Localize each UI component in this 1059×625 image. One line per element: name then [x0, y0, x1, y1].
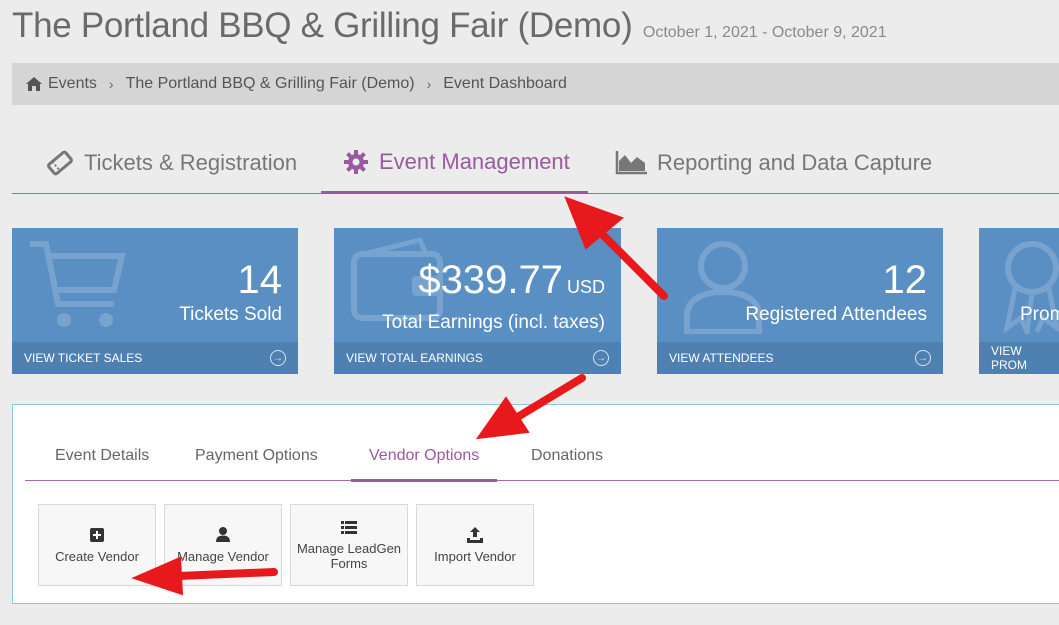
- list-icon: [341, 519, 357, 535]
- page-header: The Portland BBQ & Grilling Fair (Demo) …: [12, 6, 887, 46]
- breadcrumb-item-events[interactable]: Events: [48, 75, 97, 93]
- user-icon: [216, 527, 230, 543]
- view-promotions-link[interactable]: VIEW PROM: [979, 342, 1059, 374]
- stat-card-registered-attendees[interactable]: 12 Registered Attendees VIEW ATTENDEES →: [657, 228, 943, 374]
- page-title: The Portland BBQ & Grilling Fair (Demo): [12, 6, 633, 45]
- tab-donations[interactable]: Donations: [531, 432, 603, 480]
- stat-card-tickets-sold[interactable]: 14 Tickets Sold VIEW TICKET SALES →: [12, 228, 298, 374]
- stat-label: Prom: [1020, 304, 1059, 325]
- sub-tabs: Event Details Payment Options Vendor Opt…: [25, 432, 1059, 482]
- breadcrumb-item-dashboard: Event Dashboard: [443, 75, 567, 92]
- stat-label: Tickets Sold: [179, 304, 282, 325]
- manage-vendor-button[interactable]: Manage Vendor: [164, 504, 282, 586]
- arrow-circle-right-icon: →: [593, 350, 609, 366]
- manage-leadgen-forms-button[interactable]: Manage LeadGen Forms: [290, 504, 408, 586]
- stat-label: Registered Attendees: [745, 304, 927, 325]
- arrow-circle-right-icon: →: [915, 350, 931, 366]
- ticket-icon: [46, 149, 84, 177]
- main-tabs: Tickets & Registration Event Management …: [12, 133, 1059, 194]
- stat-value: 12: [882, 258, 928, 302]
- cart-icon: [28, 238, 128, 339]
- tab-event-details[interactable]: Event Details: [55, 432, 149, 480]
- create-vendor-button[interactable]: Create Vendor: [38, 504, 156, 586]
- tab-event-management[interactable]: Event Management: [321, 133, 588, 194]
- arrow-circle-right-icon: →: [270, 350, 286, 366]
- stat-card-promotions[interactable]: Prom VIEW PROM: [979, 228, 1059, 374]
- chevron-right-icon: ›: [426, 76, 432, 92]
- import-vendor-button[interactable]: Import Vendor: [416, 504, 534, 586]
- tab-payment-options[interactable]: Payment Options: [195, 432, 318, 480]
- tab-tickets-registration[interactable]: Tickets & Registration: [46, 133, 297, 193]
- view-attendees-link[interactable]: VIEW ATTENDEES →: [657, 342, 943, 374]
- home-icon[interactable]: [26, 77, 42, 91]
- area-chart-icon: [615, 151, 657, 175]
- tab-reporting-data-capture[interactable]: Reporting and Data Capture: [615, 133, 932, 193]
- breadcrumb-item-event[interactable]: The Portland BBQ & Grilling Fair (Demo): [126, 75, 415, 93]
- upload-icon: [467, 526, 483, 543]
- stat-card-total-earnings[interactable]: $339.77 USD Total Earnings (incl. taxes) …: [334, 228, 621, 374]
- stat-value: $339.77 USD: [418, 258, 605, 302]
- gear-icon: [343, 149, 379, 175]
- stat-value: 14: [237, 258, 283, 302]
- view-ticket-sales-link[interactable]: VIEW TICKET SALES →: [12, 342, 298, 374]
- breadcrumb: Events › The Portland BBQ & Grilling Fai…: [12, 63, 1059, 105]
- tab-vendor-options[interactable]: Vendor Options: [351, 432, 498, 482]
- event-dates: October 1, 2021 - October 9, 2021: [642, 24, 887, 41]
- view-total-earnings-link[interactable]: VIEW TOTAL EARNINGS →: [334, 342, 621, 374]
- stat-label: Total Earnings (incl. taxes): [382, 312, 605, 333]
- plus-square-icon: [90, 527, 104, 543]
- chevron-right-icon: ›: [108, 76, 114, 92]
